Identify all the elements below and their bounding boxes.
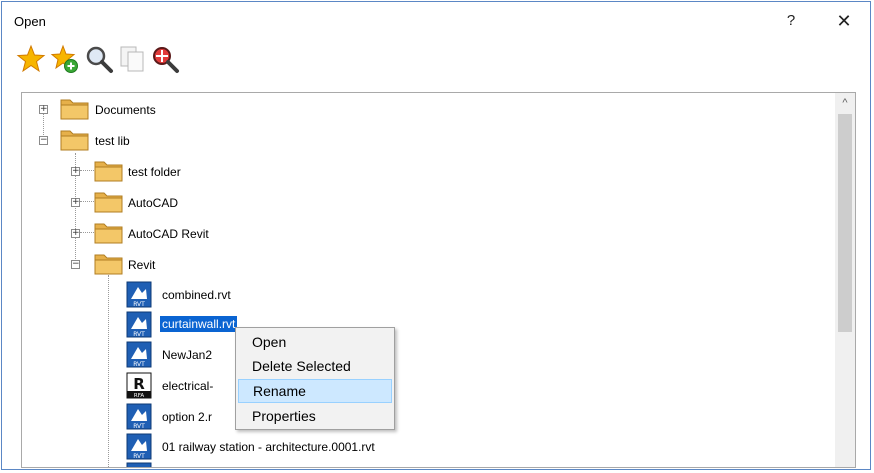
expand-toggle[interactable]: + — [39, 105, 48, 114]
tree-node-autocad[interactable]: + AutoCAD — [22, 188, 322, 218]
folder-icon — [94, 157, 124, 183]
svg-text:RVT: RVT — [133, 331, 145, 338]
tree-node-label: option 2.r — [162, 410, 213, 424]
svg-text:R: R — [133, 375, 145, 393]
collapse-toggle[interactable]: − — [39, 136, 48, 145]
tree-node-revit[interactable]: − Revit — [22, 250, 322, 280]
tree-node-test-lib[interactable]: − test lib — [22, 126, 322, 156]
copy-pages-icon[interactable] — [118, 44, 148, 74]
tree-node-test-folder[interactable]: + test folder — [22, 157, 322, 187]
expand-toggle[interactable]: + — [71, 198, 80, 207]
folder-icon — [94, 250, 124, 276]
expand-toggle[interactable]: + — [71, 167, 80, 176]
tree-node-label: 01 railway station - architecture.0001.r… — [162, 440, 375, 454]
revit-file-icon: RVT — [126, 311, 152, 338]
favorite-star-icon[interactable] — [16, 44, 46, 74]
menu-item-rename[interactable]: Rename — [238, 379, 392, 403]
tree-node-label: combined.rvt — [162, 288, 231, 302]
tree-connector — [108, 275, 109, 467]
collapse-toggle[interactable]: − — [71, 260, 80, 269]
revit-file-icon: RVT — [126, 281, 152, 308]
tree-node-documents[interactable]: + Documents — [22, 95, 322, 125]
help-button[interactable]: ? — [777, 10, 805, 32]
scroll-up-arrow-icon[interactable]: ^ — [835, 93, 855, 113]
svg-text:RVT: RVT — [133, 423, 145, 430]
expand-toggle[interactable]: + — [71, 229, 80, 238]
revit-file-icon: RVT — [126, 433, 152, 460]
tree-node-label: test folder — [128, 165, 181, 179]
svg-text:RVT: RVT — [133, 361, 145, 368]
folder-icon — [94, 188, 124, 214]
folder-icon — [94, 219, 124, 245]
menu-item-delete-selected[interactable]: Delete Selected — [238, 354, 392, 378]
tree-node-label-selected: curtainwall.rvt — [160, 316, 238, 332]
tree-node-label: AutoCAD — [128, 196, 179, 210]
dialog-title: Open — [14, 14, 46, 29]
title-bar: Open ? ✕ — [2, 2, 870, 38]
folder-tree[interactable]: + Documents − test lib + test folder + A… — [21, 92, 856, 468]
menu-item-properties[interactable]: Properties — [238, 404, 392, 428]
vertical-scrollbar[interactable]: ^ — [835, 93, 855, 467]
tree-node-label: Documents — [95, 103, 156, 117]
revit-file-icon — [126, 462, 152, 467]
folder-icon — [60, 126, 90, 152]
tree-node-label: Revit — [128, 258, 156, 272]
folder-icon — [60, 95, 90, 121]
close-button[interactable]: ✕ — [830, 10, 858, 32]
svg-text:RFA: RFA — [134, 393, 144, 399]
zoom-target-icon[interactable] — [150, 44, 180, 74]
add-favorite-icon[interactable] — [50, 44, 80, 74]
open-dialog: Open ? ✕ + Documents − test lib + test f… — [1, 1, 871, 470]
revit-file-icon: RVT — [126, 403, 152, 430]
tree-node-label: NewJan2 — [162, 348, 213, 362]
revit-file-icon: RVT — [126, 341, 152, 368]
context-menu: Open Delete Selected Rename Properties — [235, 327, 395, 430]
menu-item-open[interactable]: Open — [238, 330, 392, 354]
revit-family-icon: R RFA — [126, 372, 152, 399]
tree-file-combined[interactable]: RVT combined.rvt — [112, 280, 512, 310]
tree-file-railway-station[interactable]: RVT 01 railway station - architecture.00… — [112, 432, 512, 462]
svg-text:RVT: RVT — [133, 301, 145, 308]
tree-node-label: electrical- — [162, 379, 214, 393]
tree-node-label: AutoCAD Revit — [128, 227, 209, 241]
search-icon[interactable] — [84, 44, 114, 74]
tree-node-autocad-revit[interactable]: + AutoCAD Revit — [22, 219, 322, 249]
scrollbar-thumb[interactable] — [838, 114, 852, 332]
tree-node-label: test lib — [95, 134, 130, 148]
svg-text:RVT: RVT — [133, 453, 145, 460]
